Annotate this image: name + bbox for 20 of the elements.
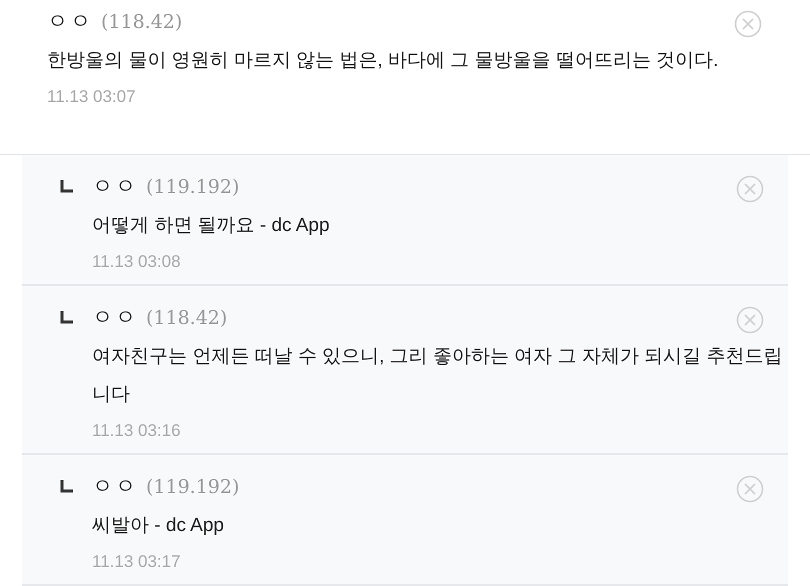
nickname: ㅇㅇ bbox=[92, 474, 138, 500]
close-icon[interactable] bbox=[736, 175, 764, 203]
ip-address: (119.192) bbox=[146, 475, 240, 500]
ip-address: (118.42) bbox=[146, 306, 228, 331]
ip-address: (118.42) bbox=[101, 10, 182, 35]
comment-text: 씨발아 - dc App bbox=[92, 514, 225, 538]
close-icon[interactable] bbox=[734, 10, 762, 38]
timestamp: 11.13 03:07 bbox=[47, 86, 137, 108]
comment-text: 한방울의 물이 영원히 마르지 않는 법은, 바다에 그 물방울을 떨어뜨리는 것이다. bbox=[47, 48, 720, 72]
timestamp: 11.13 03:08 bbox=[92, 250, 182, 272]
close-icon[interactable] bbox=[736, 306, 764, 334]
nickname: ㅇㅇ bbox=[92, 305, 138, 331]
nickname: ㅇㅇ bbox=[47, 9, 93, 35]
ip-address: (119.192) bbox=[146, 175, 240, 200]
timestamp: 11.13 03:17 bbox=[92, 550, 182, 572]
nickname: ㅇㅇ bbox=[92, 174, 138, 200]
timestamp: 11.13 03:16 bbox=[92, 420, 182, 442]
comment-text: 어떻게 하면 될까요 - dc App bbox=[92, 214, 331, 238]
close-icon[interactable] bbox=[736, 475, 764, 503]
comment-text: 여자친구는 언제든 떠날 수 있으니, 그리 좋아하는 여자 그 자체가 되시길 추천드립니다 bbox=[92, 344, 784, 406]
